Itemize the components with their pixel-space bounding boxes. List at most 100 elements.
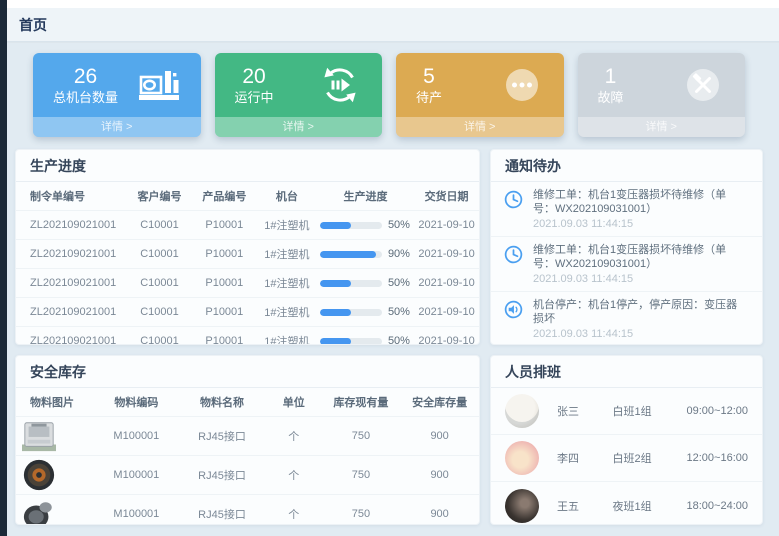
notification-item[interactable]: 机台停产：机台1停产，停产原因：变压器损坏 2021.09.03 11:44:1… bbox=[491, 292, 762, 345]
customer-no-cell: C10001 bbox=[127, 211, 192, 240]
round-speaker-image bbox=[19, 469, 59, 481]
current-stock-cell: 750 bbox=[322, 495, 401, 526]
stat-card-text: 20 运行中 bbox=[235, 64, 274, 107]
material-name-cell: RJ45接口 bbox=[178, 417, 266, 456]
main-content: 26 总机台数量 bbox=[7, 43, 779, 536]
production-progress-panel: 生产进度 制令单编号 客户编号 产品编号 机台 生产进度 交货日期 bbox=[15, 149, 480, 345]
stat-label: 待产 bbox=[416, 90, 442, 106]
col-current-stock: 库存现有量 bbox=[322, 388, 401, 417]
card-details-link[interactable]: 详情 > bbox=[578, 117, 746, 137]
col-material-image: 物料图片 bbox=[16, 388, 95, 417]
stat-card[interactable]: 5 待产 bbox=[396, 53, 564, 137]
stat-card[interactable]: 20 运行中 bbox=[215, 53, 383, 137]
safety-stock-panel: 安全库存 物料图片 物料编码 物料名称 单位 库存现有量 安全库存量 bbox=[15, 355, 480, 525]
notification-body: 维修工单：机台1变压器损坏待维修（单号：WX202109031001） 2021… bbox=[533, 243, 748, 286]
material-name-cell: RJ45接口 bbox=[178, 495, 266, 526]
production-table-row: ZL202109021001 C10001 P10001 1#注塑机 50% bbox=[16, 298, 479, 327]
progress-label: 50% bbox=[388, 219, 410, 231]
order-no-cell: ZL202109021001 bbox=[16, 327, 127, 346]
stat-card-main: 5 待产 bbox=[396, 53, 564, 117]
progress-bar: 50% bbox=[320, 277, 411, 289]
progress-fill bbox=[320, 309, 351, 316]
progress-cell: 50% bbox=[317, 327, 414, 346]
card-details-link[interactable]: 详情 > bbox=[33, 117, 201, 137]
notification-body: 机台停产：机台1停产，停产原因：变压器损坏 2021.09.03 11:44:1… bbox=[533, 298, 748, 341]
progress-track bbox=[320, 338, 382, 345]
tab-home[interactable]: 首页 bbox=[19, 15, 47, 35]
unit-cell: 个 bbox=[266, 456, 322, 495]
stat-card[interactable]: 26 总机台数量 bbox=[33, 53, 201, 137]
machine-cell: 1#注塑机 bbox=[257, 298, 317, 327]
product-no-cell: P10001 bbox=[192, 211, 257, 240]
shift-label: 白班1组 bbox=[613, 403, 687, 419]
stat-label: 总机台数量 bbox=[53, 90, 118, 106]
safety-stock-cell: 900 bbox=[400, 456, 479, 495]
stat-card-text: 5 待产 bbox=[416, 64, 442, 107]
shift-label: 夜班1组 bbox=[613, 498, 687, 514]
delivery-date-cell: 2021-09-10 bbox=[414, 211, 479, 240]
panel-title-production: 生产进度 bbox=[16, 150, 479, 182]
notification-item[interactable]: 维修工单：机台1变压器损坏待维修（单号：WX202109031001） 2021… bbox=[491, 237, 762, 292]
unit-cell: 个 bbox=[266, 495, 322, 526]
machine-cell: 1#注塑机 bbox=[257, 240, 317, 269]
card-details-link[interactable]: 详情 > bbox=[396, 117, 564, 137]
notification-item[interactable]: 维修工单：机台1变压器损坏待维修（单号：WX202109031001） 2021… bbox=[491, 182, 762, 237]
progress-cell: 50% bbox=[317, 298, 414, 327]
panel-title-inventory: 安全库存 bbox=[16, 356, 479, 388]
schedule-row: 王五 夜班1组 18:00~24:00 bbox=[491, 482, 762, 525]
fault-icon bbox=[681, 65, 725, 105]
inventory-table-row: M100001 RJ45接口 个 750 900 bbox=[16, 495, 479, 526]
schedule-row: 李四 白班2组 12:00~16:00 bbox=[491, 435, 762, 482]
material-image-cell bbox=[16, 456, 95, 495]
safety-stock-cell: 900 bbox=[400, 417, 479, 456]
progress-bar: 50% bbox=[320, 306, 411, 318]
notification-body: 维修工单：机台1变压器损坏待维修（单号：WX202109031001） 2021… bbox=[533, 188, 748, 231]
product-no-cell: P10001 bbox=[192, 327, 257, 346]
person-name: 张三 bbox=[557, 403, 613, 419]
col-machine: 机台 bbox=[257, 182, 317, 211]
shift-time: 12:00~16:00 bbox=[687, 452, 748, 464]
progress-cell: 90% bbox=[317, 240, 414, 269]
delivery-date-cell: 2021-09-10 bbox=[414, 298, 479, 327]
shift-time: 09:00~12:00 bbox=[687, 405, 748, 417]
production-table: 制令单编号 客户编号 产品编号 机台 生产进度 交货日期 ZL202109021… bbox=[16, 182, 479, 345]
avatar bbox=[505, 489, 539, 523]
stat-card-main: 1 故障 bbox=[578, 53, 746, 117]
card-details-link[interactable]: 详情 > bbox=[215, 117, 383, 137]
material-image-cell bbox=[16, 495, 95, 526]
material-code-cell: M100001 bbox=[95, 495, 178, 526]
progress-bar: 50% bbox=[320, 335, 411, 345]
col-progress: 生产进度 bbox=[317, 182, 414, 211]
progress-cell: 50% bbox=[317, 211, 414, 240]
top-strip bbox=[7, 0, 779, 8]
notification-timestamp: 2021.09.03 11:44:15 bbox=[533, 272, 748, 286]
col-unit: 单位 bbox=[266, 388, 322, 417]
order-no-cell: ZL202109021001 bbox=[16, 298, 127, 327]
order-no-cell: ZL202109021001 bbox=[16, 240, 127, 269]
avatar bbox=[505, 394, 539, 428]
notification-list: 维修工单：机台1变压器损坏待维修（单号：WX202109031001） 2021… bbox=[491, 182, 762, 345]
avatar bbox=[505, 441, 539, 475]
col-customer-no: 客户编号 bbox=[127, 182, 192, 211]
delivery-date-cell: 2021-09-10 bbox=[414, 269, 479, 298]
stat-card-text: 1 故障 bbox=[598, 64, 624, 107]
stat-label: 运行中 bbox=[235, 90, 274, 106]
page-header: 首页 bbox=[7, 8, 779, 42]
progress-label: 50% bbox=[388, 306, 410, 318]
stat-card[interactable]: 1 故障 bbox=[578, 53, 746, 137]
standby-icon bbox=[500, 65, 544, 105]
inventory-table-header: 物料图片 物料编码 物料名称 单位 库存现有量 安全库存量 bbox=[16, 388, 479, 417]
personnel-schedule-panel: 人员排班 张三 白班1组 09:00~12:00 李四 白班2组 12:0 bbox=[490, 355, 763, 525]
stat-card-main: 26 总机台数量 bbox=[33, 53, 201, 117]
inventory-table: 物料图片 物料编码 物料名称 单位 库存现有量 安全库存量 bbox=[16, 388, 479, 525]
col-delivery-date: 交货日期 bbox=[414, 182, 479, 211]
progress-label: 50% bbox=[388, 335, 410, 345]
machine-cell: 1#注塑机 bbox=[257, 269, 317, 298]
stat-value: 5 bbox=[423, 64, 435, 90]
col-order-no: 制令单编号 bbox=[16, 182, 127, 211]
progress-fill bbox=[320, 251, 376, 258]
production-table-row: ZL202109021001 C10001 P10001 1#注塑机 50% bbox=[16, 327, 479, 346]
running-icon bbox=[318, 65, 362, 105]
inventory-table-row: M100001 RJ45接口 个 750 900 bbox=[16, 417, 479, 456]
current-stock-cell: 750 bbox=[322, 417, 401, 456]
